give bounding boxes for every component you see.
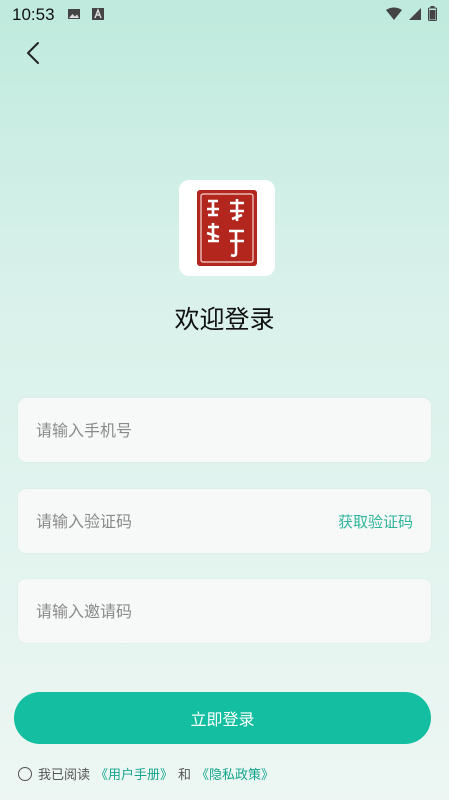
signal-icon: [408, 6, 422, 25]
privacy-policy-link[interactable]: 《隐私政策》: [196, 764, 274, 783]
code-input[interactable]: [36, 511, 338, 531]
invite-field[interactable]: [18, 579, 431, 643]
wifi-icon: [386, 6, 402, 25]
code-field[interactable]: 获取验证码: [18, 489, 431, 553]
chevron-left-icon: [26, 41, 40, 69]
agreement: 我已阅读 《用户手册》 和 《隐私政策》: [18, 764, 279, 783]
invite-input[interactable]: [36, 601, 413, 621]
page-title: 欢迎登录: [174, 305, 275, 334]
get-code-button[interactable]: 获取验证码: [338, 511, 413, 532]
back-button[interactable]: [18, 40, 48, 70]
image-icon: [67, 6, 81, 25]
login-button[interactable]: 立即登录: [14, 692, 431, 744]
agree-checkbox[interactable]: [18, 766, 32, 781]
status-bar: 10:53: [0, 0, 449, 30]
logo-seal-icon: [197, 190, 257, 266]
phone-field[interactable]: [18, 398, 431, 462]
app-logo: [179, 180, 275, 276]
status-notifications: [67, 6, 105, 25]
agreement-and: 和: [178, 768, 192, 783]
status-time: 10:53: [12, 5, 55, 24]
agreement-prefix: 我已阅读: [38, 768, 91, 783]
user-manual-link[interactable]: 《用户手册》: [95, 764, 173, 783]
text-a-icon: [91, 6, 105, 25]
phone-input[interactable]: [36, 420, 413, 440]
battery-icon: [428, 5, 437, 25]
status-system-icons: [386, 5, 437, 25]
